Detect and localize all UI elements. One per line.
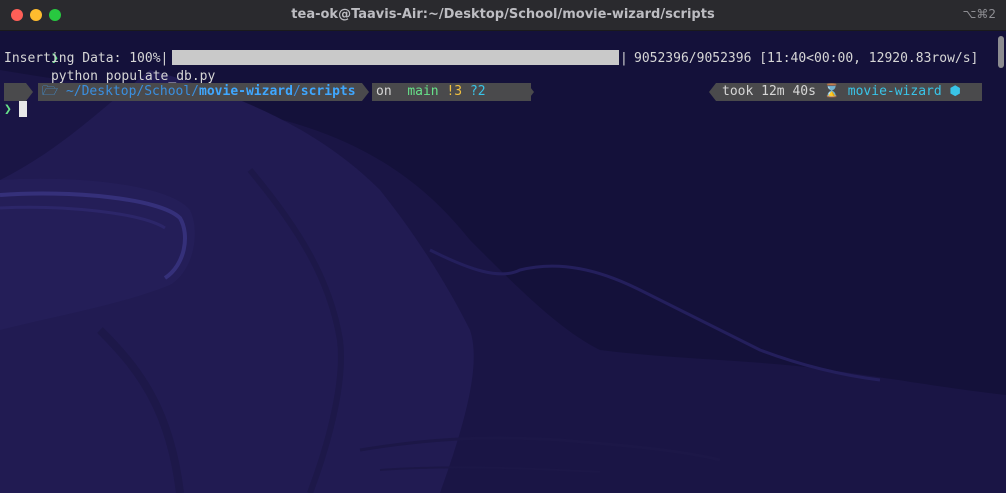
terminal-window: tea-ok@Taavis-Air:~/Desktop/School/movie…	[0, 0, 1006, 493]
env-icon: ⬢	[949, 84, 961, 99]
env-name: movie-wizard	[847, 84, 942, 99]
apple-icon	[4, 83, 26, 101]
untracked-count: ?2	[469, 84, 486, 99]
progress-bar-end: |	[620, 51, 628, 66]
input-prompt-chevron-icon: ❯	[4, 102, 12, 117]
progress-bar	[172, 50, 619, 65]
on-text: on	[376, 84, 392, 99]
terminal-content[interactable]: ❯ python populate_db.py Inserting Data: …	[0, 30, 990, 493]
progress-stats: 9052396/9052396 [11:40<00:00, 12920.83ro…	[634, 51, 979, 66]
path-dir: scripts	[300, 84, 356, 99]
segment-arrow	[362, 83, 369, 101]
path-separator: /	[292, 84, 301, 99]
window-shortcut: ⌥⌘2	[962, 7, 996, 21]
segment-arrow	[527, 83, 534, 101]
text-cursor[interactable]	[19, 101, 27, 117]
status-segment: took 12m 40s ⌛ movie-wizard ⬢	[716, 83, 982, 101]
hourglass-icon: ⌛	[823, 84, 840, 99]
scrollbar[interactable]	[998, 36, 1004, 68]
shell-prompt: 🗁 ~/Desktop/School/movie-wizard/scripts …	[0, 83, 990, 101]
modified-count: !3	[446, 84, 463, 99]
path-prefix: ~/Desktop/School/	[65, 84, 200, 99]
path-repo: movie-wizard	[199, 84, 293, 99]
took-text: took 12m 40s	[722, 84, 816, 99]
command-text: python populate_db.py	[50, 69, 216, 84]
path-segment: 🗁 ~/Desktop/School/movie-wizard/scripts	[38, 83, 362, 101]
branch-name: main	[407, 84, 439, 99]
segment-arrow	[709, 83, 716, 101]
git-segment: on main !3 ?2	[372, 83, 531, 101]
folder-icon: 🗁	[42, 84, 59, 99]
segment-arrow	[26, 83, 33, 101]
title-bar: tea-ok@Taavis-Air:~/Desktop/School/movie…	[0, 0, 1006, 31]
window-title: tea-ok@Taavis-Air:~/Desktop/School/movie…	[291, 7, 715, 22]
